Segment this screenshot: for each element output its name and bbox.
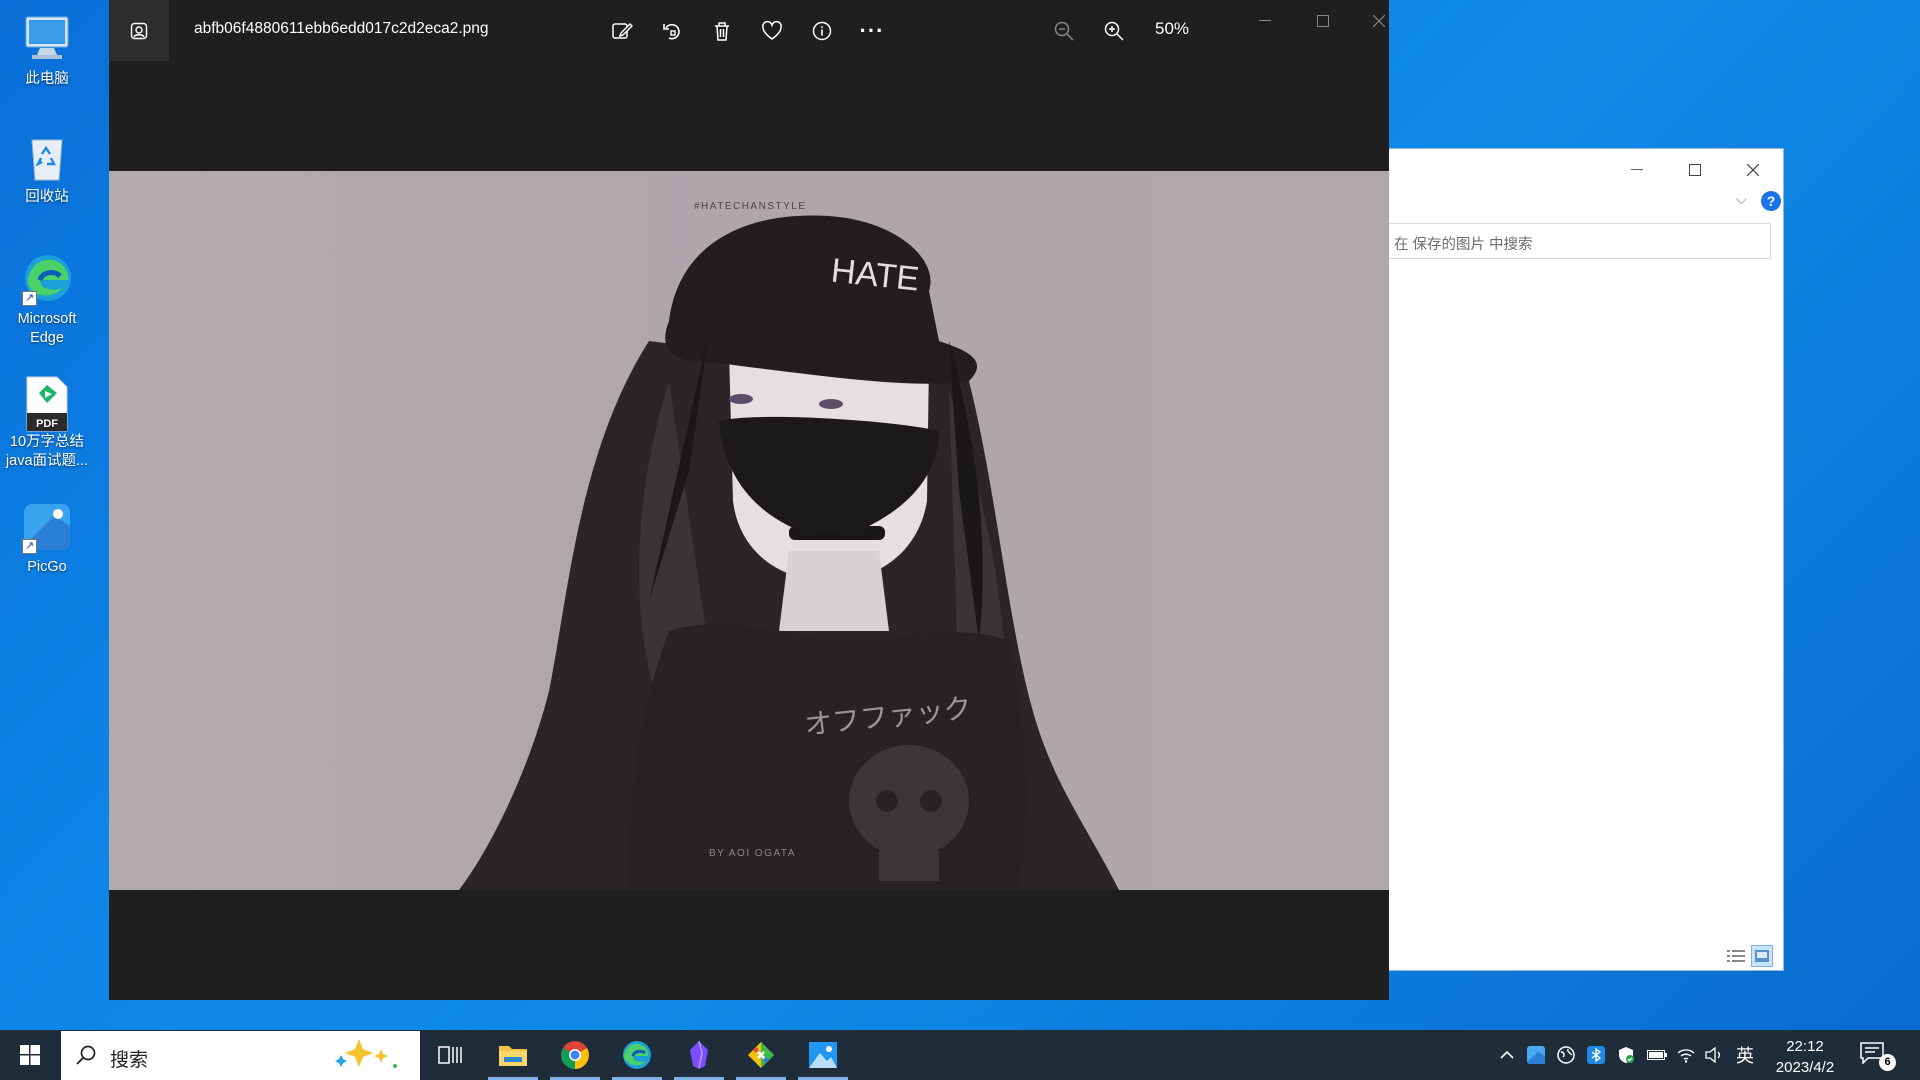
shortcut-arrow-icon: ↗ <box>22 539 37 554</box>
tray-volume[interactable] <box>1704 1045 1724 1065</box>
details-view-button[interactable] <box>1725 945 1747 967</box>
picgo-icon <box>1527 1046 1545 1064</box>
git-icon <box>748 1042 774 1068</box>
delete-button[interactable] <box>709 18 735 44</box>
zoom-in-button[interactable] <box>1101 18 1127 44</box>
taskbar-chrome[interactable] <box>548 1030 602 1080</box>
desktop-icon-label: Microsoft Edge <box>17 311 77 346</box>
desktop-icon-label: PicGo <box>27 559 67 575</box>
shortcut-arrow-icon: ↗ <box>22 291 37 306</box>
input-method-indicator[interactable]: 英 <box>1733 1045 1757 1066</box>
tray-network-globe[interactable] <box>1556 1045 1576 1065</box>
minimize-button[interactable] <box>1245 6 1285 36</box>
task-view-button[interactable] <box>423 1030 477 1080</box>
start-button[interactable] <box>0 1030 60 1080</box>
heart-icon <box>762 20 782 40</box>
search-label: 搜索 <box>110 1050 149 1071</box>
anime-girl-illustration: HATE オフファック <box>459 215 1119 890</box>
picgo-icon: ↗ <box>20 500 74 554</box>
image-credit-text: BY AOI OGATA <box>709 848 796 859</box>
photos-app-icon[interactable] <box>109 0 169 61</box>
zoom-in-icon <box>1104 21 1124 41</box>
minimize-button[interactable] <box>1615 155 1659 185</box>
system-clock[interactable]: 22:12 2023/4/2 <box>1760 1036 1850 1078</box>
file-explorer-window: ⌵ ? 在 保存的图片 中搜索 <box>1389 148 1784 971</box>
pdf-file-icon: PDF <box>20 375 74 432</box>
edge-icon <box>623 1041 651 1069</box>
zoom-out-button[interactable] <box>1051 18 1077 44</box>
rotate-icon <box>663 23 680 40</box>
taskbar-photos[interactable] <box>796 1030 850 1080</box>
close-button[interactable] <box>1359 6 1399 36</box>
info-icon <box>812 21 832 41</box>
show-hidden-icons-button[interactable] <box>1498 1045 1516 1065</box>
search-highlight-sparkle-icon <box>335 1039 397 1068</box>
file-name: abfb06f4880611ebb6edd017c2d2eca2.png <box>194 20 489 37</box>
favorite-button[interactable] <box>759 18 785 44</box>
help-button[interactable]: ? <box>1761 191 1781 211</box>
taskbar: 搜索 英 22:12 2023/4/2 6 <box>0 1030 1920 1080</box>
maximize-button[interactable] <box>1303 6 1343 36</box>
desktop-icon-label: 回收站 <box>25 189 69 205</box>
desktop-icon-pdf[interactable]: PDF 10万字总结 java面试题... <box>4 375 90 471</box>
search-icon <box>76 1045 96 1065</box>
close-button[interactable] <box>1731 155 1775 185</box>
clock-date: 2023/4/2 <box>1775 1059 1835 1076</box>
taskbar-obsidian[interactable] <box>672 1030 726 1080</box>
edge-icon: ↗ <box>20 252 74 306</box>
tray-security[interactable] <box>1616 1045 1636 1065</box>
desktop-icon-recycle-bin[interactable]: 回收站 <box>4 130 90 207</box>
desktop-icon-this-pc[interactable]: 此电脑 <box>4 12 90 89</box>
globe-icon <box>1557 1046 1575 1064</box>
battery-icon <box>1647 1050 1667 1060</box>
tray-wifi[interactable] <box>1676 1045 1696 1065</box>
title-bar: abfb06f4880611ebb6edd017c2d2eca2.png ···… <box>109 0 1389 61</box>
task-view-icon <box>438 1046 462 1064</box>
notification-count-badge: 6 <box>1879 1054 1896 1071</box>
desktop-icon-label: 此电脑 <box>25 71 69 87</box>
large-icons-view-button[interactable] <box>1751 945 1773 967</box>
tray-battery[interactable] <box>1646 1045 1668 1065</box>
more-icon: ··· <box>859 18 885 43</box>
tray-picgo[interactable] <box>1526 1045 1546 1065</box>
edit-icon <box>612 22 633 39</box>
chrome-icon <box>561 1041 589 1069</box>
photos-icon <box>809 1042 837 1068</box>
search-input[interactable]: 在 保存的图片 中搜索 <box>1389 223 1771 259</box>
zoom-level[interactable]: 50% <box>1155 19 1189 39</box>
folder-icon <box>499 1046 527 1066</box>
taskbar-file-explorer[interactable] <box>486 1030 540 1080</box>
desktop-icon-edge[interactable]: ↗ Microsoft Edge <box>4 252 90 348</box>
info-button[interactable] <box>809 18 835 44</box>
maximize-button[interactable] <box>1673 155 1717 185</box>
displayed-image[interactable]: #HATECHANSTYLE HATE オフファック BY AOI OGATA <box>109 171 1389 890</box>
windows-logo-icon <box>20 1045 40 1065</box>
delete-icon <box>715 22 729 41</box>
tray-bluetooth[interactable] <box>1586 1045 1606 1065</box>
zoom-out-icon <box>1054 21 1074 41</box>
computer-icon <box>20 12 74 66</box>
taskbar-git-client[interactable] <box>734 1030 788 1080</box>
shield-icon <box>1619 1047 1634 1063</box>
bluetooth-icon <box>1587 1046 1605 1064</box>
recycle-bin-icon <box>20 130 74 184</box>
speaker-icon <box>1705 1047 1720 1063</box>
desktop-icon-picgo[interactable]: ↗ PicGo <box>4 500 90 577</box>
pdf-badge: PDF <box>36 418 58 430</box>
edit-image-button[interactable] <box>609 18 635 44</box>
notification-center-button[interactable]: 6 <box>1860 1040 1896 1071</box>
taskbar-search-box[interactable]: 搜索 <box>61 1031 420 1080</box>
rotate-button[interactable] <box>659 18 685 44</box>
more-options-button[interactable]: ··· <box>859 18 885 44</box>
chevron-up-icon <box>1500 1050 1514 1059</box>
desktop-icon-label: 10万字总结 java面试题... <box>5 434 89 469</box>
chevron-down-icon[interactable]: ⌵ <box>1736 191 1747 208</box>
wifi-icon <box>1677 1049 1695 1063</box>
taskbar-edge[interactable] <box>610 1030 664 1080</box>
obsidian-icon <box>690 1040 708 1069</box>
photos-window: abfb06f4880611ebb6edd017c2d2eca2.png ···… <box>109 0 1389 1000</box>
clock-time: 22:12 <box>1786 1038 1824 1055</box>
